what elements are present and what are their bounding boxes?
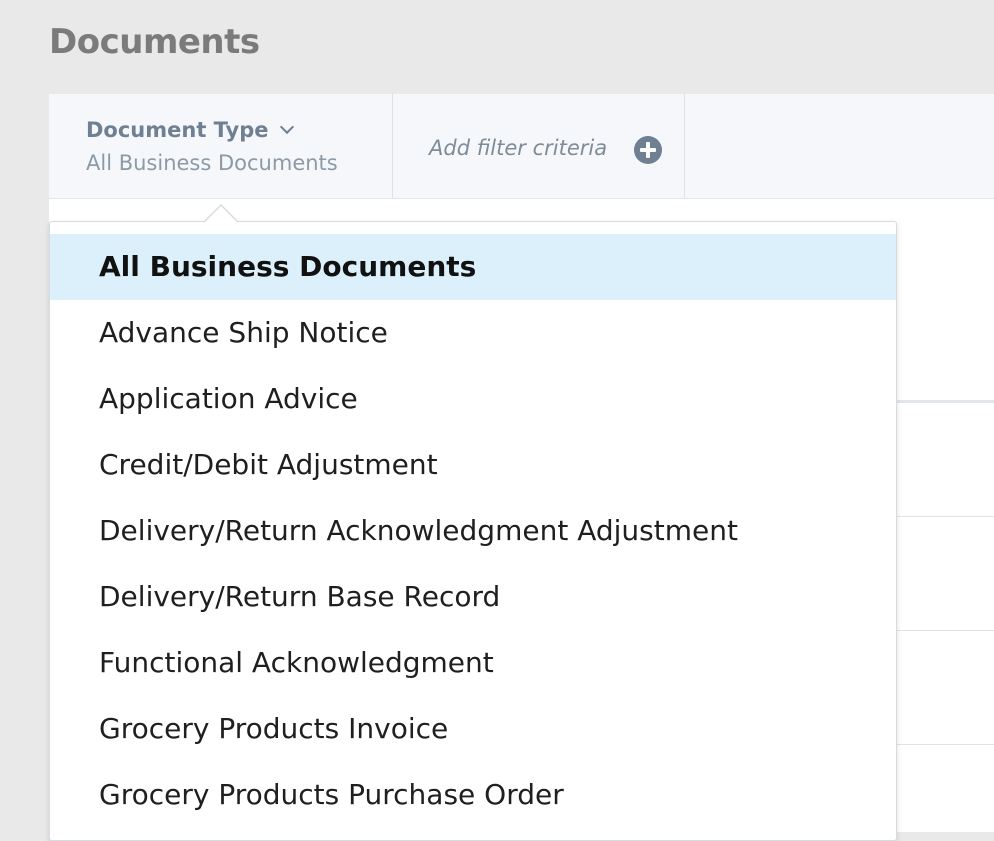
- dropdown-option[interactable]: Grocery Products Purchase Order: [50, 762, 896, 828]
- document-type-filter-header[interactable]: Document Type: [86, 118, 295, 142]
- document-type-value: All Business Documents: [86, 151, 338, 175]
- dropdown-option[interactable]: Application Advice: [50, 366, 896, 432]
- add-filter-criteria-button[interactable]: Add filter criteria: [394, 94, 685, 198]
- dropdown-option[interactable]: Grocery Products Invoice: [50, 696, 896, 762]
- document-type-dropdown[interactable]: All Business Documents Advance Ship Notic…: [49, 221, 897, 841]
- dropdown-pointer-fill: [204, 206, 238, 223]
- plus-circle-icon[interactable]: [634, 136, 662, 164]
- dropdown-option[interactable]: Credit/Debit Adjustment: [50, 432, 896, 498]
- dropdown-option[interactable]: All Business Documents: [50, 234, 896, 300]
- document-type-options: All Business Documents Advance Ship Notic…: [50, 234, 896, 828]
- chevron-down-icon[interactable]: [280, 119, 295, 135]
- document-type-label: Document Type: [86, 118, 269, 142]
- filter-bar: Document Type All Business Documents Add…: [49, 94, 994, 199]
- dropdown-option[interactable]: Delivery/Return Base Record: [50, 564, 896, 630]
- page-title: Documents: [49, 22, 260, 62]
- add-filter-criteria-label: Add filter criteria: [429, 136, 608, 160]
- dropdown-option[interactable]: Advance Ship Notice: [50, 300, 896, 366]
- dropdown-option[interactable]: Functional Acknowledgment: [50, 630, 896, 696]
- dropdown-option[interactable]: Delivery/Return Acknowledgment Adjustmen…: [50, 498, 896, 564]
- document-type-filter[interactable]: Document Type All Business Documents: [49, 94, 393, 198]
